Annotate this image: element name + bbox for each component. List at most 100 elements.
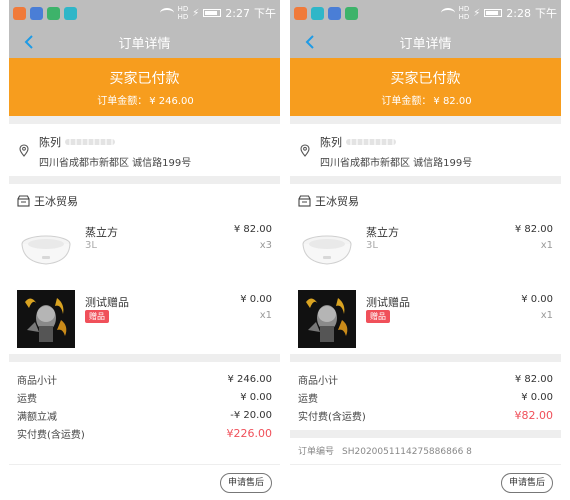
item-quantity: x1 bbox=[540, 310, 553, 321]
divider bbox=[290, 116, 561, 124]
status-ampm: 下午 bbox=[254, 7, 276, 20]
item-price: ¥ 0.00 bbox=[240, 294, 272, 305]
wifi-icon bbox=[440, 8, 455, 18]
order-item[interactable]: 测试赠品 赠品 ¥ 0.00 x1 bbox=[290, 284, 561, 354]
masked-phone bbox=[65, 139, 115, 145]
app-notification-icon bbox=[30, 6, 43, 20]
shipping-address: 陈列 四川省成都市新都区 诚信路199号 bbox=[9, 124, 280, 176]
item-price: ¥ 82.00 bbox=[514, 224, 553, 235]
total-paid-value: ¥226.00 bbox=[226, 426, 273, 440]
back-arrow-icon[interactable] bbox=[19, 32, 39, 52]
charging-icon: ⚡ bbox=[192, 7, 200, 19]
order-number-value: SH2020051114275886866 8 bbox=[342, 447, 472, 457]
item-quantity: x1 bbox=[540, 240, 553, 251]
app-notification-icon bbox=[294, 6, 307, 20]
item-price: ¥ 0.00 bbox=[521, 294, 553, 305]
recipient-name: 陈列 bbox=[320, 136, 342, 149]
location-pin-icon bbox=[19, 144, 29, 157]
order-status-banner: 买家已付款 订单金额： ¥ 82.00 bbox=[290, 58, 561, 116]
page-title: 订单详情 bbox=[118, 36, 171, 52]
address-line: 四川省成都市新都区 诚信路199号 bbox=[320, 158, 473, 169]
after-sales-button[interactable]: 申请售后 bbox=[219, 473, 272, 493]
page-title: 订单详情 bbox=[399, 36, 452, 52]
summary-label: 实付费(含运费) bbox=[298, 411, 366, 423]
summary-value: ¥ 246.00 bbox=[227, 373, 272, 385]
divider bbox=[9, 116, 280, 124]
summary-label: 运费 bbox=[298, 393, 318, 405]
phone-screen-left: HD HD ⚡ 2:27 下午 订单详情 买家已付款 订单金额： ¥ 246.00 … bbox=[9, 0, 280, 500]
back-arrow-icon[interactable] bbox=[300, 32, 320, 52]
status-bar: HD HD ⚡ 2:28 下午 bbox=[290, 0, 561, 26]
gift-badge: 赠品 bbox=[366, 310, 390, 323]
footer-bar: 申请售后 bbox=[9, 464, 280, 500]
phone-screen-right: HD HD ⚡ 2:28 下午 订单详情 买家已付款 订单金额： ¥ 82.00 陈… bbox=[290, 0, 561, 500]
order-amount-label: 订单金额： bbox=[381, 95, 432, 107]
divider bbox=[290, 430, 561, 438]
shop-header[interactable]: 王冰贸易 bbox=[9, 188, 280, 214]
order-number-label: 订单编号 bbox=[298, 447, 335, 457]
location-pin-icon bbox=[300, 144, 310, 157]
summary-value: ¥ 0.00 bbox=[521, 391, 553, 403]
order-status-banner: 买家已付款 订单金额： ¥ 246.00 bbox=[9, 58, 280, 116]
summary-row: 满额立减 -¥ 20.00 bbox=[17, 406, 272, 424]
summary-label: 商品小计 bbox=[17, 375, 57, 387]
gift-badge: 赠品 bbox=[85, 310, 109, 323]
summary-label: 实付费(含运费) bbox=[17, 429, 85, 441]
shipping-address: 陈列 四川省成都市新都区 诚信路199号 bbox=[290, 124, 561, 176]
status-ampm: 下午 bbox=[535, 7, 557, 20]
signal-icon: HD HD bbox=[177, 5, 189, 21]
price-summary: 商品小计 ¥ 246.00 运费 ¥ 0.00 满额立减 -¥ 20.00 实付… bbox=[9, 362, 280, 442]
summary-value: ¥ 0.00 bbox=[240, 391, 272, 403]
summary-row: 运费 ¥ 0.00 bbox=[17, 388, 272, 406]
footer-bar: 申请售后 bbox=[290, 464, 561, 500]
order-amount-value: ¥ 246.00 bbox=[149, 95, 194, 107]
product-image-steamer bbox=[298, 220, 356, 278]
status-time: 2:28 bbox=[506, 6, 531, 20]
order-item[interactable]: 测试赠品 赠品 ¥ 0.00 x1 bbox=[9, 284, 280, 354]
price-summary: 商品小计 ¥ 82.00 运费 ¥ 0.00 实付费(含运费) ¥82.00 bbox=[290, 362, 561, 424]
summary-row: 运费 ¥ 0.00 bbox=[298, 388, 553, 406]
item-quantity: x3 bbox=[259, 240, 272, 251]
wifi-icon bbox=[159, 8, 174, 18]
order-amount: 订单金额： ¥ 246.00 bbox=[95, 92, 194, 107]
after-sales-button[interactable]: 申请售后 bbox=[500, 473, 553, 493]
lock-icon bbox=[47, 6, 60, 20]
summary-row-total: 实付费(含运费) ¥226.00 bbox=[17, 424, 272, 442]
status-time: 2:27 bbox=[225, 6, 250, 20]
divider bbox=[9, 176, 280, 184]
order-item[interactable]: 蒸立方 3L ¥ 82.00 x1 bbox=[290, 214, 561, 284]
item-title: 测试赠品 bbox=[85, 296, 129, 309]
order-amount-label: 订单金额： bbox=[97, 95, 148, 107]
order-number: 订单编号 SH2020051114275886866 8 bbox=[290, 438, 561, 463]
signal-icon: HD HD bbox=[458, 5, 470, 21]
order-amount-value: ¥ 82.00 bbox=[433, 95, 472, 107]
notification-icons bbox=[294, 6, 358, 20]
divider bbox=[290, 354, 561, 362]
address-line: 四川省成都市新都区 诚信路199号 bbox=[39, 158, 192, 169]
product-image-steamer bbox=[17, 220, 75, 278]
nav-bar: 订单详情 bbox=[9, 26, 280, 58]
shop-name: 王冰贸易 bbox=[34, 195, 78, 208]
summary-label: 运费 bbox=[17, 393, 37, 405]
shop-icon bbox=[17, 195, 30, 207]
summary-row-total: 实付费(含运费) ¥82.00 bbox=[298, 406, 553, 424]
status-bar: HD HD ⚡ 2:27 下午 bbox=[9, 0, 280, 26]
order-status: 买家已付款 bbox=[109, 70, 180, 87]
divider bbox=[9, 354, 280, 362]
summary-value: ¥ 82.00 bbox=[514, 373, 553, 385]
recipient-name: 陈列 bbox=[39, 136, 61, 149]
lock-icon bbox=[345, 6, 358, 20]
order-item[interactable]: 蒸立方 3L ¥ 82.00 x3 bbox=[9, 214, 280, 284]
image-icon bbox=[311, 6, 324, 20]
shop-header[interactable]: 王冰贸易 bbox=[290, 188, 561, 214]
masked-phone bbox=[346, 139, 396, 145]
item-spec: 3L bbox=[85, 240, 97, 251]
shop-name: 王冰贸易 bbox=[315, 195, 359, 208]
item-title: 蒸立方 bbox=[85, 226, 118, 239]
order-amount: 订单金额： ¥ 82.00 bbox=[379, 92, 471, 107]
app-notification-icon bbox=[328, 6, 341, 20]
summary-row: 商品小计 ¥ 246.00 bbox=[17, 370, 272, 388]
shop-icon bbox=[298, 195, 311, 207]
order-status: 买家已付款 bbox=[390, 70, 461, 87]
battery-icon bbox=[203, 9, 222, 17]
